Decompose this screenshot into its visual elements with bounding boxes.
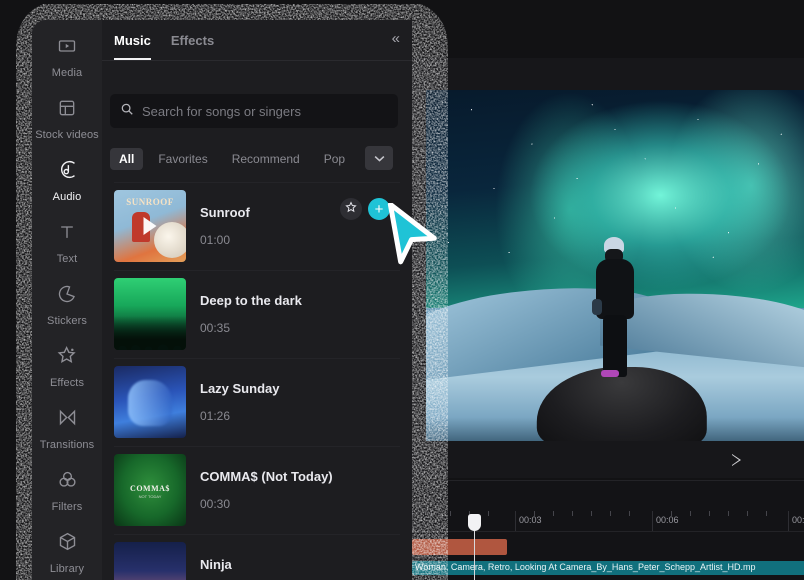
- person-silhouette: [592, 237, 638, 377]
- sidebar-item-label: Library: [49, 563, 85, 575]
- album-art-title: SUNROOF: [126, 197, 174, 207]
- sidebar-item-label: Text: [56, 252, 78, 265]
- sidebar-item-audio[interactable]: Audio: [32, 150, 102, 212]
- preview-video-frame: [426, 90, 804, 441]
- list-item[interactable]: SUNROOF Sunroof 01:00: [102, 182, 412, 270]
- sidebar-item-stickers[interactable]: Stickers: [32, 274, 102, 336]
- sidebar-item-label: Stickers: [47, 314, 87, 327]
- add-to-timeline-button[interactable]: +: [368, 198, 390, 220]
- sidebar-rail: Media Stock videos Audio Text Stickers E…: [32, 20, 102, 580]
- category-filters: All Favorites Recommend Pop R: [110, 146, 400, 172]
- sidebar-item-effects[interactable]: Effects: [32, 336, 102, 398]
- stickers-icon: [57, 284, 77, 309]
- highlighted-panel: Media Stock videos Audio Text Stickers E…: [32, 20, 412, 580]
- media-icon: [57, 36, 77, 61]
- effects-icon: [57, 345, 78, 371]
- song-meta: Ninja 00:41: [200, 557, 232, 580]
- play-icon[interactable]: [143, 217, 157, 235]
- tab-music[interactable]: Music: [114, 20, 151, 60]
- category-all[interactable]: All: [110, 148, 144, 170]
- song-duration: 00:30: [200, 497, 231, 511]
- sidebar-item-text[interactable]: Text: [32, 212, 102, 274]
- sidebar-item-label: Filters: [51, 501, 83, 513]
- song-duration: 01:26: [200, 409, 231, 423]
- list-item[interactable]: Ninja 00:41: [102, 534, 412, 580]
- sidebar-item-media[interactable]: Media: [32, 26, 102, 88]
- plus-icon: +: [374, 200, 384, 218]
- library-icon: [57, 531, 78, 557]
- song-duration: 01:00: [200, 233, 231, 247]
- song-title: Ninja: [200, 557, 232, 572]
- sidebar-item-label: Audio: [52, 191, 82, 203]
- song-meta: Lazy Sunday 01:26: [200, 381, 279, 423]
- song-row-actions: +: [340, 198, 390, 220]
- list-item[interactable]: Deep to the dark 00:35: [102, 270, 412, 358]
- sidebar-item-stock-videos[interactable]: Stock videos: [32, 88, 102, 150]
- sidebar-item-label: Media: [51, 66, 83, 79]
- preview-controls: [412, 446, 804, 480]
- sidebar-item-label: Effects: [49, 377, 85, 389]
- search-placeholder: Search for songs or singers: [142, 103, 301, 119]
- text-icon: [57, 222, 77, 247]
- category-recommend[interactable]: Recommend: [223, 148, 309, 170]
- song-title: Lazy Sunday: [200, 381, 280, 396]
- song-thumbnail[interactable]: COMMA$ NOT TODAY: [114, 454, 186, 526]
- music-panel: Music Effects « Search for songs or sing…: [102, 20, 412, 580]
- ruler-label-1: 00:03: [519, 515, 542, 525]
- sidebar-item-transitions[interactable]: Transitions: [32, 398, 102, 460]
- list-item[interactable]: COMMA$ NOT TODAY COMMA$ (Not Today) 00:3…: [102, 446, 412, 534]
- sidebar-item-label: Stock videos: [35, 128, 99, 141]
- song-thumbnail[interactable]: [114, 542, 186, 580]
- category-pop[interactable]: Pop: [315, 148, 354, 170]
- list-item[interactable]: Lazy Sunday 01:26: [102, 358, 412, 446]
- song-title: Sunroof: [200, 205, 250, 220]
- star-icon: [345, 200, 357, 218]
- song-thumbnail[interactable]: [114, 366, 186, 438]
- preview-area: [412, 58, 804, 478]
- sidebar-item-library[interactable]: Library: [32, 522, 102, 580]
- ruler-label-3: 00:09: [792, 515, 804, 525]
- song-thumbnail[interactable]: [114, 278, 186, 350]
- song-thumbnail[interactable]: SUNROOF: [114, 190, 186, 262]
- song-duration: 00:35: [200, 321, 231, 335]
- search-input[interactable]: Search for songs or singers: [110, 94, 398, 128]
- album-art-subtitle: NOT TODAY: [138, 494, 162, 499]
- favorite-button[interactable]: [340, 198, 362, 220]
- song-meta: COMMA$ (Not Today) 00:30: [200, 469, 333, 511]
- timeline-video-clip[interactable]: Woman, Camera, Retro, Looking At Camera_…: [412, 561, 804, 575]
- timeline-video-clip-label: Woman, Camera, Retro, Looking At Camera_…: [415, 562, 756, 572]
- sidebar-item-label: Transitions: [39, 439, 95, 451]
- ruler-label-2: 00:06: [656, 515, 679, 525]
- playhead-handle[interactable]: [468, 514, 481, 531]
- song-meta: Deep to the dark 00:35: [200, 293, 302, 335]
- filters-icon: [57, 469, 78, 495]
- sidebar-item-filters[interactable]: Filters: [32, 460, 102, 522]
- song-list[interactable]: SUNROOF Sunroof 01:00 Deep to the dark 0…: [102, 182, 412, 580]
- search-icon: [120, 102, 134, 121]
- play-icon-inner: [732, 455, 739, 465]
- audio-icon: [57, 159, 78, 185]
- stock-videos-icon: [57, 98, 77, 123]
- tab-effects[interactable]: Effects: [171, 20, 214, 60]
- chevron-down-icon[interactable]: [365, 146, 393, 170]
- panel-tabs: Music Effects «: [102, 20, 412, 61]
- transitions-icon: [57, 407, 78, 433]
- collapse-panel-icon[interactable]: «: [392, 31, 400, 46]
- category-favorites[interactable]: Favorites: [149, 148, 216, 170]
- song-title: Deep to the dark: [200, 293, 302, 308]
- timeline-text-clip[interactable]: [412, 539, 507, 555]
- app-window: 00:03 00:06 00:09 Woman, Camera, Retro, …: [0, 0, 804, 580]
- song-title: COMMA$ (Not Today): [200, 469, 333, 484]
- song-meta: Sunroof 01:00: [200, 205, 250, 247]
- album-art-title: COMMA$: [130, 484, 170, 493]
- timeline[interactable]: 00:03 00:06 00:09 Woman, Camera, Retro, …: [412, 480, 804, 580]
